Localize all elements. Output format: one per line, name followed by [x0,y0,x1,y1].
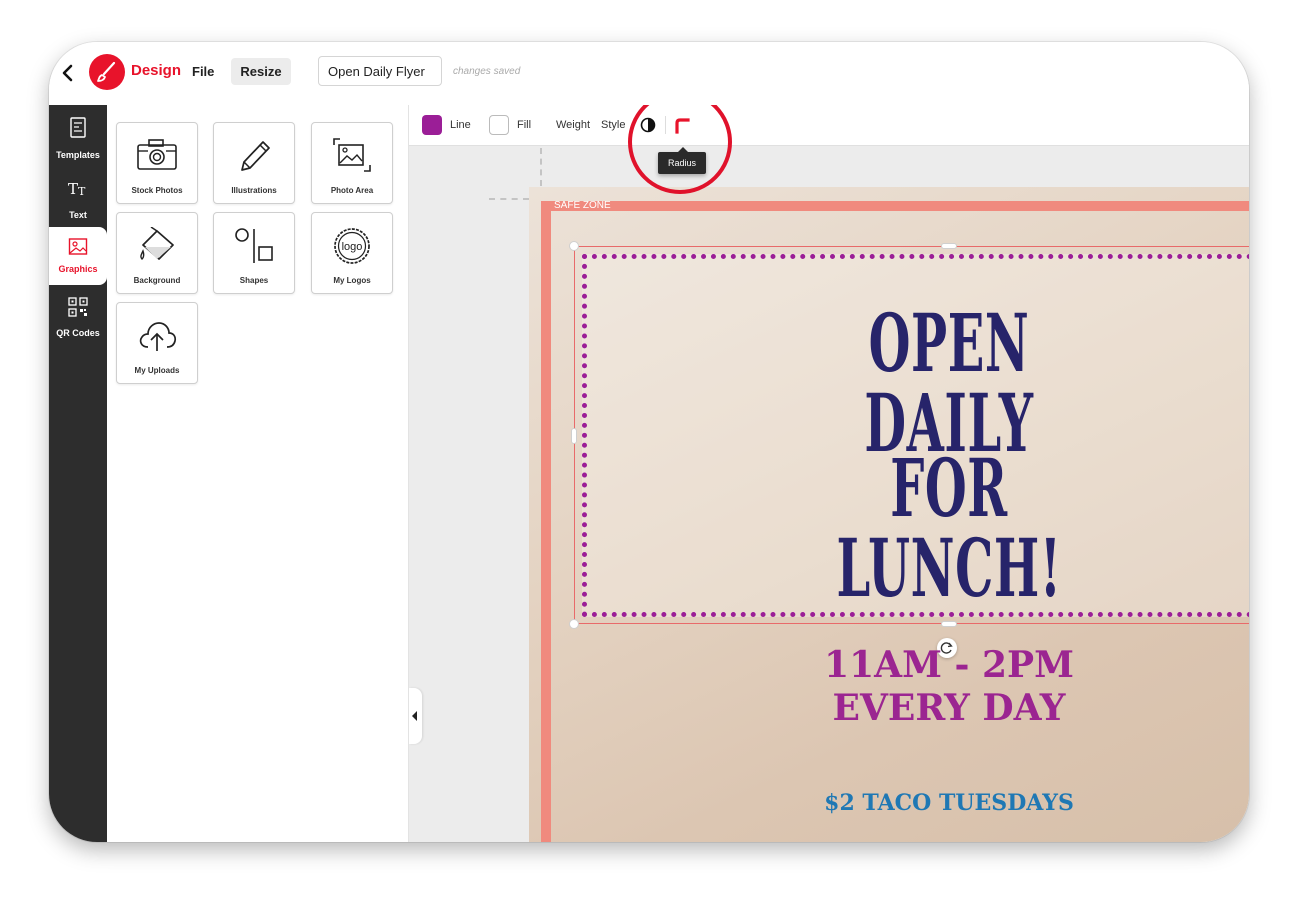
brand-logo [89,54,125,90]
sidebar-item-label: Graphics [58,264,98,274]
guide-line-vertical [540,148,542,186]
pencil-icon [241,141,270,171]
brush-icon [97,61,116,82]
resize-handle-bottom-left[interactable] [569,619,579,629]
fill-label: Fill [517,119,532,131]
tile-label: Stock Photos [131,186,183,195]
brand-name: Design [131,62,182,79]
weight-button[interactable]: Weight [556,119,590,131]
top-bar: Design File Resize changes saved [49,42,1249,106]
text-icon: T T [68,180,86,198]
tile-label: Illustrations [231,186,277,195]
headline-line-1: OPEN DAILY [864,296,1034,470]
sidebar-item-templates[interactable]: Templates [49,113,107,171]
paint-bucket-icon [140,227,174,260]
tile-my-logos[interactable]: logo My Logos [311,212,393,294]
tile-my-uploads[interactable]: My Uploads [116,302,198,384]
svg-text:T: T [68,180,78,198]
resize-button[interactable]: Resize [231,58,291,85]
workspace: SAFE ZONE OPEN DAILY FOR LUNCH! 11AM - 2… [409,105,1249,842]
sidebar-item-qr-codes[interactable]: QR Codes [49,291,107,349]
tile-background[interactable]: Background [116,212,198,294]
tile-shapes[interactable]: Shapes [213,212,295,294]
svg-text:T: T [78,185,86,198]
resize-handle-top[interactable] [941,243,957,249]
tile-illustrations[interactable]: Illustrations [213,122,295,204]
file-menu[interactable]: File [192,64,214,79]
hours-line-2: EVERY DAY [832,687,1066,729]
cloud-upload-icon [139,322,177,351]
resize-handle-top-left[interactable] [569,241,579,251]
safe-zone-label: SAFE ZONE [554,200,611,211]
graphics-icon [68,238,88,255]
line-label: Line [450,119,471,131]
qr-code-icon [68,297,88,317]
resize-handle-bottom[interactable] [941,621,957,627]
hours-line-1: 11AM - 2PM [824,644,1074,686]
shape-toolbar: Line Fill Weight Style [409,105,1249,146]
sidebar-item-label: QR Codes [56,328,100,338]
logo-badge-text: logo [342,241,363,253]
headline-line-2: FOR LUNCH! [836,441,1062,615]
back-chevron-icon[interactable] [59,62,77,84]
tile-label: My Uploads [134,366,180,375]
tile-label: My Logos [333,276,371,285]
style-button[interactable]: Style [601,119,625,131]
sidebar: Templates T T Text Graphics QR Codes [49,105,107,842]
tile-photo-area[interactable]: Photo Area [311,122,393,204]
resize-handle-left[interactable] [571,428,577,444]
sidebar-item-text[interactable]: T T Text [49,173,107,231]
tile-label: Photo Area [330,186,374,195]
templates-icon [70,117,86,138]
promo-text: $2 TACO TUESDAYS [824,790,1074,816]
shapes-icon [235,228,273,263]
bleed-border-left [541,201,551,842]
tile-label: Background [133,276,181,285]
tile-stock-photos[interactable]: Stock Photos [116,122,198,204]
caret-left-icon [412,711,417,721]
line-color-swatch[interactable] [422,115,442,135]
flyer-canvas[interactable]: SAFE ZONE OPEN DAILY FOR LUNCH! 11AM - 2… [529,187,1249,842]
document-title-input[interactable] [318,56,442,86]
fill-color-swatch[interactable] [489,115,509,135]
camera-icon [137,139,177,170]
sidebar-item-graphics[interactable]: Graphics [49,227,107,285]
sidebar-item-label: Text [69,210,87,220]
sidebar-item-label: Templates [56,150,100,160]
tile-label: Shapes [239,276,269,285]
logo-badge-icon: logo [334,228,370,264]
graphics-panel: Stock Photos Illustrations Photo Area Ba… [107,105,409,842]
app-window: Design File Resize changes saved Templat… [49,42,1249,842]
save-status: changes saved [453,66,521,77]
guide-line-horizontal [489,198,529,200]
photo-area-icon [333,138,371,172]
highlight-circle [628,105,732,194]
bleed-border-top [541,201,1249,211]
collapse-panel-button[interactable] [409,688,422,744]
